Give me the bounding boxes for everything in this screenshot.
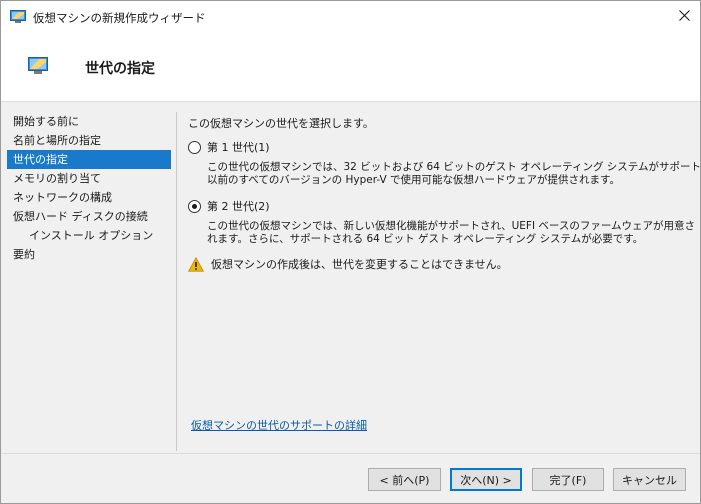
nav-item-before-you-begin[interactable]: 開始する前に <box>7 112 171 131</box>
wizard-steps-nav: 開始する前に 名前と場所の指定 世代の指定 メモリの割り当て ネットワークの構成… <box>7 112 171 264</box>
previous-button[interactable]: < 前へ(P) <box>368 468 441 491</box>
window-title: 仮想マシンの新規作成ウィザード <box>33 11 206 25</box>
nav-item-installation-options[interactable]: インストール オプション <box>7 226 171 245</box>
close-button[interactable] <box>668 1 700 32</box>
nav-item-name-and-location[interactable]: 名前と場所の指定 <box>7 131 171 150</box>
nav-item-summary[interactable]: 要約 <box>7 245 171 264</box>
generation-1-label[interactable]: 第 1 世代(1) <box>207 139 270 155</box>
generation-2-radio[interactable] <box>188 199 201 213</box>
page-header: 世代の指定 <box>1 32 700 102</box>
hyperv-vm-icon <box>28 57 48 74</box>
page-title: 世代の指定 <box>85 61 155 77</box>
instruction-text: この仮想マシンの世代を選択します。 <box>188 117 374 130</box>
nav-item-memory[interactable]: メモリの割り当て <box>7 169 171 188</box>
nav-divider <box>176 112 177 451</box>
cancel-button[interactable]: キャンセル <box>613 468 686 491</box>
generation-support-link[interactable]: 仮想マシンの世代のサポートの詳細 <box>191 417 367 433</box>
nav-item-virtual-hard-disk[interactable]: 仮想ハード ディスクの接続 <box>7 207 171 226</box>
generation-2-description: この世代の仮想マシンでは、新しい仮想化機能がサポートされ、UEFI ベースのファ… <box>207 220 696 246</box>
nav-item-networking[interactable]: ネットワークの構成 <box>7 188 171 207</box>
button-area-divider <box>1 453 700 454</box>
generation-1-description-line: 以前のすべてのバージョンの Hyper-V で使用可能な仮想ハードウェアが提供さ… <box>207 174 620 186</box>
nav-item-generation[interactable]: 世代の指定 <box>7 150 171 169</box>
title-bar: 仮想マシンの新規作成ウィザード <box>1 1 700 32</box>
generation-2-description-line: れます。さらに、サポートされる 64 ビット ゲスト オペレーティング システム… <box>207 233 644 245</box>
wizard-window: 仮想マシンの新規作成ウィザード 世代の指定 開始する前に 名前と場所の指定 世代… <box>0 0 701 504</box>
generation-1-description-line: この世代の仮想マシンでは、32 ビットおよび 64 ビットのゲスト オペレーティ… <box>207 161 701 173</box>
generation-1-radio[interactable] <box>188 140 201 154</box>
hyperv-vm-icon <box>10 10 26 23</box>
generation-2-option[interactable]: 第 2 世代(2) <box>188 197 693 215</box>
generation-1-description: この世代の仮想マシンでは、32 ビットおよび 64 ビットのゲスト オペレーティ… <box>207 161 701 187</box>
next-button[interactable]: 次へ(N) > <box>450 468 522 491</box>
warning-message: 仮想マシンの作成後は、世代を変更することはできません。 <box>187 256 693 272</box>
close-icon <box>678 9 690 24</box>
generation-panel: この仮想マシンの世代を選択します。 第 1 世代(1) この世代の仮想マシンでは… <box>187 115 701 272</box>
finish-button[interactable]: 完了(F) <box>532 468 604 491</box>
generation-1-option[interactable]: 第 1 世代(1) <box>188 138 693 156</box>
warning-icon <box>187 256 205 272</box>
warning-text: 仮想マシンの作成後は、世代を変更することはできません。 <box>211 258 508 271</box>
generation-2-label[interactable]: 第 2 世代(2) <box>207 198 270 214</box>
generation-2-description-line: この世代の仮想マシンでは、新しい仮想化機能がサポートされ、UEFI ベースのファ… <box>207 220 696 232</box>
